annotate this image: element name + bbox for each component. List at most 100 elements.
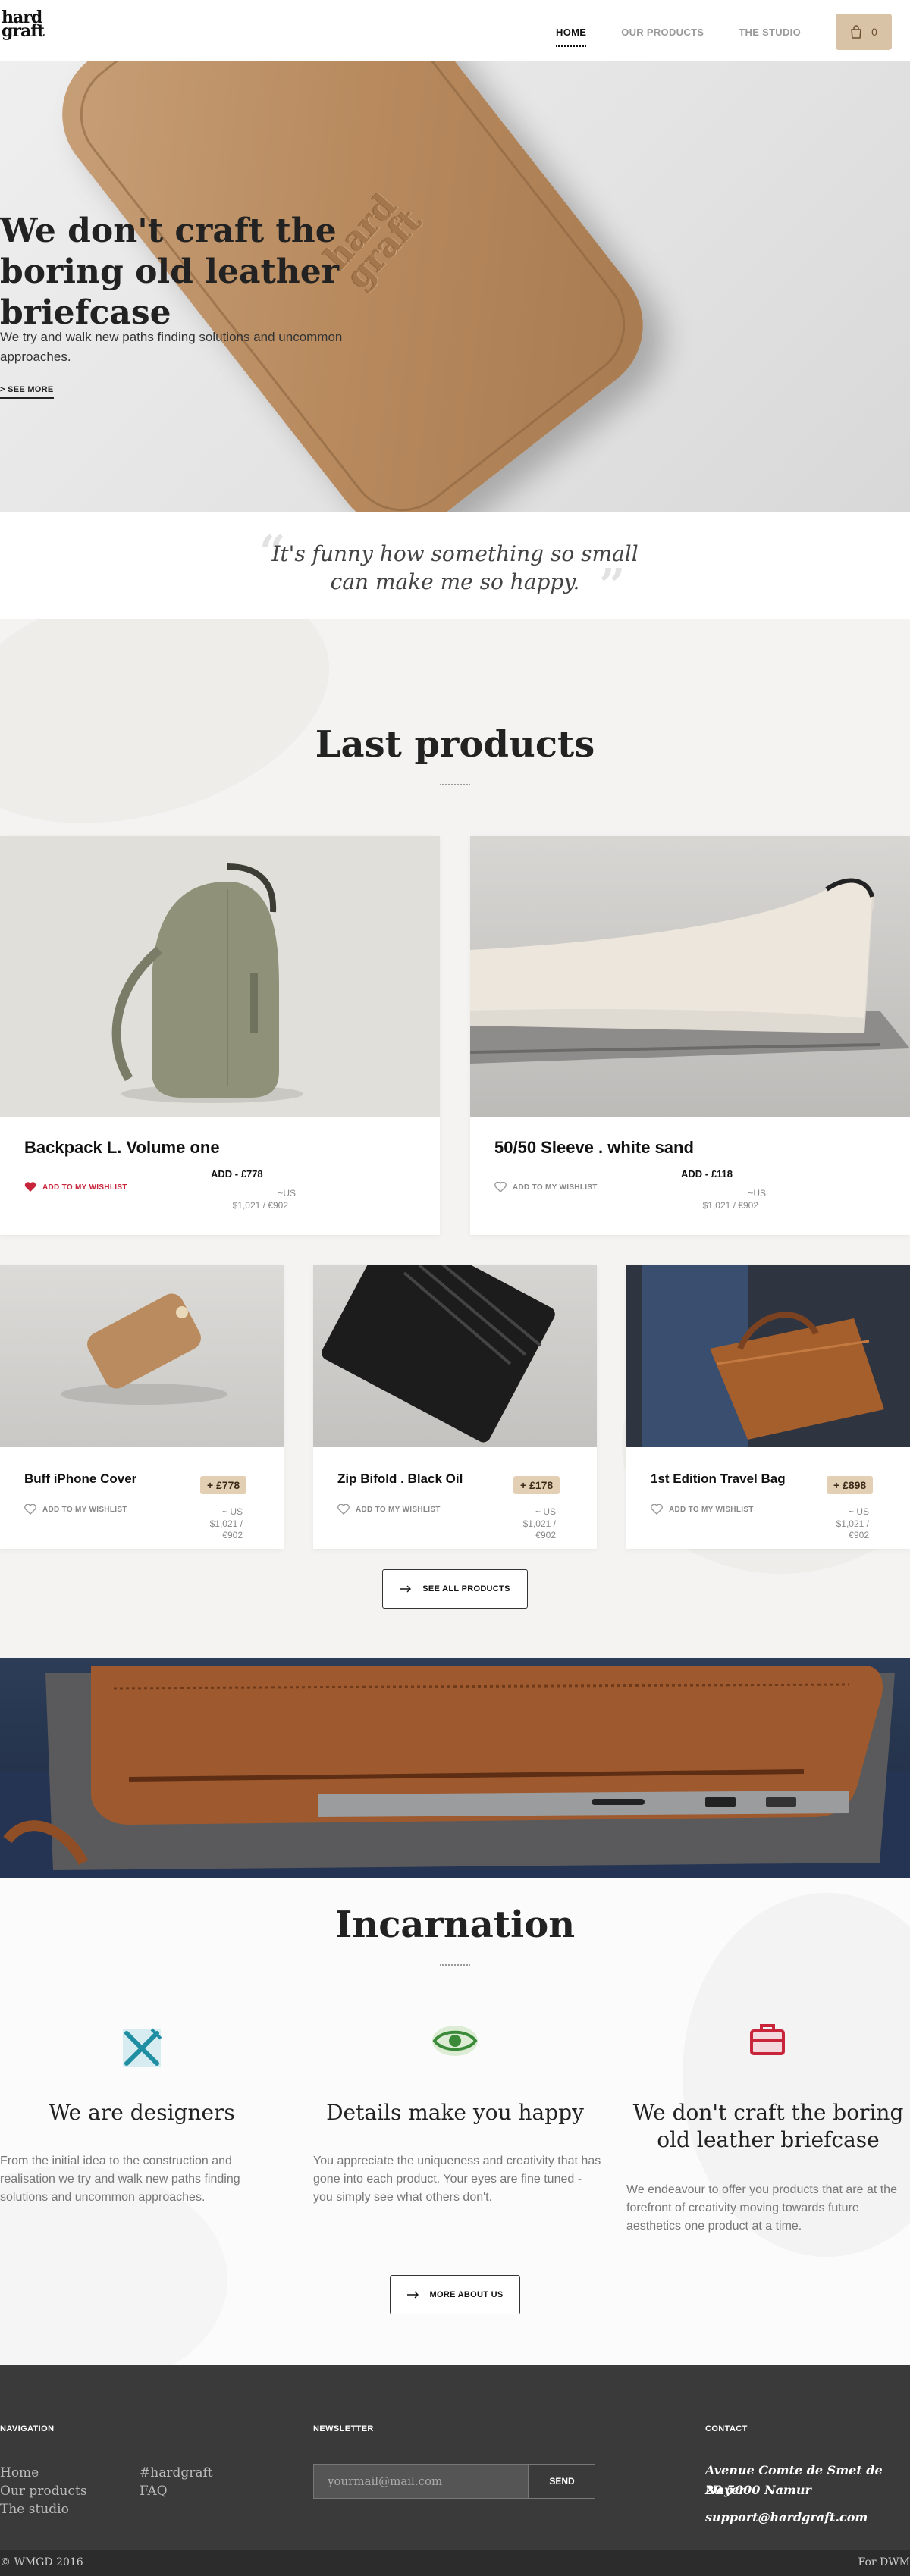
- price-alt: $1,021 / €902: [232, 1200, 288, 1211]
- footer-link-hardgraft[interactable]: #hardgraft: [140, 2464, 213, 2482]
- product-image: [0, 836, 440, 1117]
- laptop-sleeve-banner: [0, 1658, 910, 1878]
- feature-text: We endeavour to offer you products that …: [626, 2183, 897, 2233]
- heart-filled-icon: [24, 1182, 36, 1192]
- product-card[interactable]: 1st Edition Travel Bag + £898 ADD TO MY …: [626, 1265, 910, 1549]
- more-about-label: MORE ABOUT US: [429, 2290, 504, 2299]
- quote-line1: It's funny how something so small: [271, 541, 639, 566]
- add-wishlist-button[interactable]: ADD TO MY WISHLIST: [24, 1504, 127, 1515]
- close-quote-icon: ”: [599, 559, 626, 613]
- incarnation-section: Incarnation We are designers From the in…: [0, 1878, 910, 2365]
- price-badge[interactable]: + £898: [827, 1476, 874, 1494]
- price-us-label: ~US: [748, 1188, 766, 1199]
- quote-section: “ It's funny how something so small can …: [0, 512, 910, 619]
- quote-line2: can make me so happy.: [330, 569, 580, 594]
- price-alt: $1,021 /: [836, 1518, 869, 1529]
- price-badge[interactable]: + £178: [513, 1476, 560, 1494]
- wishlist-label: ADD TO MY WISHLIST: [356, 1505, 441, 1514]
- footer-link-home[interactable]: Home: [0, 2464, 39, 2482]
- nav-our-products[interactable]: OUR PRODUCTS: [621, 19, 704, 45]
- product-name[interactable]: Backpack L. Volume one: [24, 1138, 220, 1158]
- feature-title: We are designers: [49, 2100, 235, 2125]
- logo[interactable]: hard graft: [2, 9, 45, 41]
- site-header: hard graft HOME OUR PRODUCTS THE STUDIO …: [0, 0, 910, 61]
- product-card[interactable]: 50/50 Sleeve . white sand ADD TO MY WISH…: [470, 836, 910, 1235]
- footer-link-the-studio[interactable]: The studio: [0, 2500, 69, 2518]
- add-to-cart[interactable]: ADD - £118: [681, 1168, 733, 1180]
- price-us-label: ~US: [278, 1188, 296, 1199]
- newsletter-heading: NEWSLETTER: [313, 2424, 374, 2433]
- hero-title: We don't craft the boring old leather br…: [0, 212, 339, 332]
- heart-outline-icon: [494, 1182, 507, 1192]
- price-alt: $1,021 / €902: [702, 1200, 758, 1211]
- price-us-label: ~ US: [221, 1506, 243, 1517]
- footer-bottom-bar: © WMGD 2016 For DWM: [0, 2550, 910, 2576]
- add-wishlist-button[interactable]: ADD TO MY WISHLIST: [337, 1504, 441, 1515]
- newsletter-email-input[interactable]: yourmail@mail.com: [313, 2464, 529, 2499]
- divider: [440, 1964, 470, 1966]
- footer-link-our-products[interactable]: Our products: [0, 2482, 87, 2500]
- add-wishlist-button[interactable]: ADD TO MY WISHLIST: [494, 1182, 598, 1192]
- newsletter-send-button[interactable]: SEND: [529, 2464, 595, 2499]
- see-all-label: SEE ALL PRODUCTS: [422, 1584, 510, 1594]
- product-image: [0, 1265, 284, 1447]
- contact-heading: CONTACT: [705, 2424, 748, 2433]
- see-all-products-button[interactable]: SEE ALL PRODUCTS: [382, 1569, 528, 1609]
- add-to-cart[interactable]: ADD - £778: [211, 1168, 263, 1180]
- laptop-sleeve-image: [0, 1666, 910, 1878]
- wishlist-label: ADD TO MY WISHLIST: [42, 1505, 127, 1514]
- add-wishlist-button[interactable]: ADD TO MY WISHLIST: [24, 1182, 127, 1192]
- product-name[interactable]: 50/50 Sleeve . white sand: [494, 1138, 694, 1158]
- feature-text: From the initial idea to the constructio…: [0, 2155, 240, 2204]
- main-nav: HOME OUR PRODUCTS THE STUDIO 0: [556, 14, 892, 50]
- add-wishlist-button[interactable]: ADD TO MY WISHLIST: [651, 1504, 754, 1515]
- product-card[interactable]: Zip Bifold . Black Oil + £178 ADD TO MY …: [313, 1265, 597, 1549]
- price-alt: $1,021 /: [522, 1518, 556, 1529]
- hero: hard graft We don't craft the boring old…: [0, 61, 910, 512]
- product-card[interactable]: Buff iPhone Cover + £778 ADD TO MY WISHL…: [0, 1265, 284, 1549]
- price-alt: €902: [222, 1530, 243, 1540]
- contact-address-line2: 20 5000 Namur: [705, 2483, 811, 2497]
- bag-icon: [851, 25, 861, 39]
- product-image: [313, 1265, 597, 1447]
- site-footer: NAVIGATION Home Our products The studio …: [0, 2365, 910, 2576]
- product-name[interactable]: 1st Edition Travel Bag: [651, 1471, 786, 1487]
- backpack-image: [111, 863, 303, 1103]
- product-image: [470, 836, 910, 1117]
- price-badge[interactable]: + £778: [200, 1476, 247, 1494]
- products-title: Last products: [315, 723, 595, 766]
- credit-link[interactable]: For DWM: [858, 2556, 910, 2568]
- nav-home[interactable]: HOME: [556, 19, 587, 47]
- heart-outline-icon: [651, 1504, 663, 1515]
- divider: [440, 784, 470, 785]
- wishlist-label: ADD TO MY WISHLIST: [42, 1183, 127, 1192]
- product-name[interactable]: Buff iPhone Cover: [24, 1471, 136, 1487]
- cart-button[interactable]: 0: [836, 14, 892, 50]
- logo-line2: graft: [2, 21, 45, 41]
- briefcase-icon: [741, 2014, 794, 2067]
- see-more-link[interactable]: > SEE MORE: [0, 385, 54, 399]
- incarnation-title: Incarnation: [334, 1904, 576, 1946]
- navigation-heading: NAVIGATION: [0, 2424, 55, 2433]
- wishlist-label: ADD TO MY WISHLIST: [669, 1505, 754, 1514]
- price-alt: $1,021 /: [209, 1518, 243, 1529]
- price-us-label: ~ US: [535, 1506, 556, 1517]
- contact-email-link[interactable]: support@hardgraft.com: [705, 2508, 868, 2527]
- feature-title: Details make you happy: [326, 2100, 584, 2125]
- tools-icon: [115, 2022, 168, 2075]
- product-name[interactable]: Zip Bifold . Black Oil: [337, 1471, 463, 1487]
- footer-link-faq[interactable]: FAQ: [140, 2482, 168, 2500]
- more-about-us-button[interactable]: MORE ABOUT US: [390, 2275, 520, 2314]
- products-section: Last products Backpack L. Volume one ADD…: [0, 619, 910, 1658]
- sleeve-image: [470, 878, 910, 1064]
- heart-outline-icon: [337, 1504, 350, 1515]
- iphone-cover-image: [61, 1293, 228, 1405]
- quote: It's funny how something so small can ma…: [0, 540, 910, 596]
- wishlist-label: ADD TO MY WISHLIST: [513, 1183, 598, 1192]
- price-alt: €902: [535, 1530, 556, 1540]
- arrow-right-icon: [406, 2291, 419, 2299]
- cart-count: 0: [871, 26, 877, 38]
- price-us-label: ~ US: [848, 1506, 869, 1517]
- product-card[interactable]: Backpack L. Volume one ADD TO MY WISHLIS…: [0, 836, 440, 1235]
- nav-the-studio[interactable]: THE STUDIO: [739, 19, 801, 45]
